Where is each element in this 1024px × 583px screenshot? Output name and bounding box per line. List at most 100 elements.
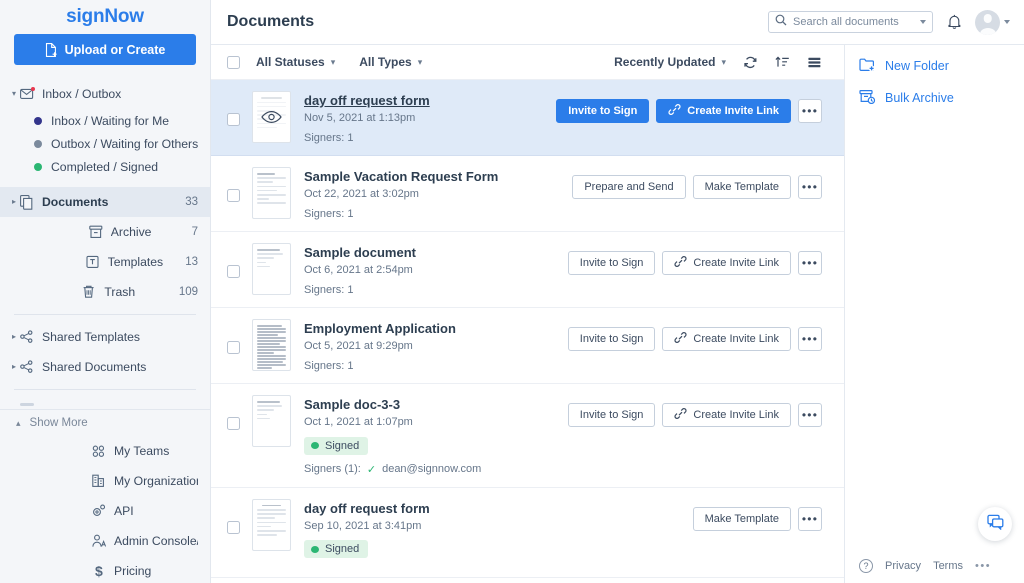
filter-bar: All Statuses ▾ All Types ▾ Recently Upda… [211, 45, 844, 80]
sidebar-item-outbox-waiting-for-others[interactable]: Outbox / Waiting for Others [0, 132, 210, 155]
document-thumbnail[interactable] [252, 319, 291, 371]
user-menu[interactable] [975, 10, 1010, 35]
upload-or-create-button[interactable]: Upload or Create [14, 34, 196, 65]
sidebar-item-inbox-outbox[interactable]: ▾ Inbox / Outbox [0, 79, 210, 109]
row-checkbox[interactable] [227, 113, 240, 126]
document-title[interactable]: Employment Application [304, 321, 456, 336]
table-row[interactable]: Employment Application Oct 5, 2021 at 9:… [211, 308, 844, 384]
row-more-menu-button[interactable]: ••• [798, 99, 822, 123]
sidebar-item-trash[interactable]: ▸ Trash 109 [0, 277, 210, 307]
invite-to-sign-button[interactable]: Invite to Sign [568, 251, 656, 275]
document-thumbnail[interactable] [252, 167, 291, 219]
privacy-link[interactable]: Privacy [885, 560, 921, 572]
terms-link[interactable]: Terms [933, 560, 963, 572]
status-filter-dropdown[interactable]: All Statuses ▾ [256, 55, 335, 69]
invite-to-sign-button[interactable]: Invite to Sign [568, 327, 656, 351]
top-bar: Documents [211, 0, 1024, 45]
sidebar-item-pricing[interactable]: ▸ $ Pricing [0, 556, 210, 583]
document-info: Sample doc-3-3 Oct 1, 2021 at 1:07pm Sig… [304, 395, 568, 476]
create-invite-link-button[interactable]: Create Invite Link [662, 251, 791, 275]
row-checkbox[interactable] [227, 521, 240, 534]
type-filter-label: All Types [359, 55, 411, 69]
sidebar-item-templates[interactable]: ▸ Templates 13 [0, 247, 210, 277]
sidebar-item-documents[interactable]: ▸ Documents 33 [0, 187, 210, 217]
sidebar-item-completed-signed[interactable]: Completed / Signed [0, 155, 210, 178]
make-template-button[interactable]: Make Template [693, 175, 791, 199]
trash-icon [82, 285, 104, 299]
sidebar-item-shared-documents[interactable]: ▸ Shared Documents [0, 352, 210, 382]
document-title[interactable]: day off request form [304, 93, 430, 108]
row-checkbox[interactable] [227, 189, 240, 202]
new-folder-button[interactable]: New Folder [859, 57, 1024, 75]
notifications-bell-icon[interactable] [947, 14, 962, 30]
row-checkbox[interactable] [227, 265, 240, 278]
button-label: Make Template [705, 513, 779, 525]
sort-dropdown[interactable]: Recently Updated ▾ [614, 55, 726, 69]
status-badge: Signed [304, 437, 368, 455]
link-icon [674, 255, 687, 271]
sidebar-item-label: Admin Console/Add User [114, 534, 198, 548]
sidebar-item-api[interactable]: ▸ API [0, 496, 210, 526]
chevron-up-icon: ▴ [16, 418, 21, 429]
prepare-and-send-button[interactable]: Prepare and Send [572, 175, 685, 199]
create-invite-link-button[interactable]: Create Invite Link [662, 403, 791, 427]
document-title[interactable]: Sample doc-3-3 [304, 397, 400, 412]
sidebar-item-label: Archive [111, 225, 192, 239]
table-row[interactable]: day off request form Nov 5, 2021 at 1:13… [211, 80, 844, 156]
row-more-menu-button[interactable]: ••• [798, 507, 822, 531]
sidebar-item-label: Documents [42, 195, 185, 209]
make-template-button[interactable]: Make Template [693, 507, 791, 531]
document-title[interactable]: Sample document [304, 245, 416, 260]
search-box[interactable] [768, 11, 933, 33]
list-view-icon[interactable] [807, 55, 822, 70]
document-thumbnail[interactable] [252, 395, 291, 447]
create-invite-link-button[interactable]: Create Invite Link [656, 99, 791, 123]
sidebar-divider [14, 314, 196, 315]
show-more-button[interactable]: ▴ Show More [0, 410, 210, 436]
bulk-archive-button[interactable]: Bulk Archive [859, 89, 1024, 107]
sidebar-item-inbox-waiting-for-me[interactable]: Inbox / Waiting for Me [0, 109, 210, 132]
chevron-right-icon: ▸ [8, 333, 20, 341]
document-date: Sep 10, 2021 at 3:41pm [304, 520, 693, 532]
button-label: Invite to Sign [580, 257, 644, 269]
sidebar-item-my-organizations[interactable]: ▸ My Organizations [0, 466, 210, 496]
preview-eye-icon[interactable] [253, 92, 290, 142]
row-more-menu-button[interactable]: ••• [798, 251, 822, 275]
link-icon [674, 407, 687, 423]
document-thumbnail[interactable] [252, 499, 291, 551]
chevron-down-icon[interactable] [920, 20, 926, 24]
type-filter-dropdown[interactable]: All Types ▾ [359, 55, 422, 69]
help-icon[interactable]: ? [859, 559, 873, 573]
sidebar-item-admin-console[interactable]: ▸ Admin Console/Add User [0, 526, 210, 556]
chevron-down-icon: ▾ [331, 57, 336, 68]
row-checkbox[interactable] [227, 341, 240, 354]
sidebar-item-archive[interactable]: ▸ Archive 7 [0, 217, 210, 247]
select-all-checkbox[interactable] [227, 56, 240, 69]
table-row[interactable]: Sample Vacation Request Form Oct 22, 202… [211, 156, 844, 232]
sidebar-item-shared-templates[interactable]: ▸ Shared Templates [0, 322, 210, 352]
sidebar-item-my-teams[interactable]: ▸ My Teams [0, 436, 210, 466]
table-row[interactable]: day off request form Sep 10, 2021 at 3:4… [211, 488, 844, 579]
document-thumbnail[interactable] [252, 243, 291, 295]
invite-to-sign-button[interactable]: Invite to Sign [556, 99, 649, 123]
chat-support-button[interactable] [978, 507, 1012, 541]
document-title[interactable]: day off request form [304, 501, 430, 516]
search-input[interactable] [793, 16, 914, 28]
row-more-menu-button[interactable]: ••• [798, 403, 822, 427]
row-more-menu-button[interactable]: ••• [798, 327, 822, 351]
main-area: Documents [211, 0, 1024, 583]
table-row[interactable]: Sample doc-3-3 Oct 1, 2021 at 1:07pm Sig… [211, 384, 844, 488]
create-invite-link-button[interactable]: Create Invite Link [662, 327, 791, 351]
sort-ascending-icon[interactable] [775, 55, 790, 70]
documents-icon [20, 195, 42, 210]
table-row[interactable]: Sample document Oct 6, 2021 at 2:54pm Si… [211, 232, 844, 308]
row-more-menu-button[interactable]: ••• [798, 175, 822, 199]
footer-more-button[interactable]: ••• [975, 560, 991, 572]
row-checkbox[interactable] [227, 417, 240, 430]
document-thumbnail[interactable] [252, 91, 291, 143]
invite-to-sign-button[interactable]: Invite to Sign [568, 403, 656, 427]
status-dot-signed [311, 546, 319, 553]
document-title[interactable]: Sample Vacation Request Form [304, 169, 498, 184]
footer-links: ? Privacy Terms ••• [859, 559, 1010, 573]
refresh-icon[interactable] [743, 55, 758, 70]
